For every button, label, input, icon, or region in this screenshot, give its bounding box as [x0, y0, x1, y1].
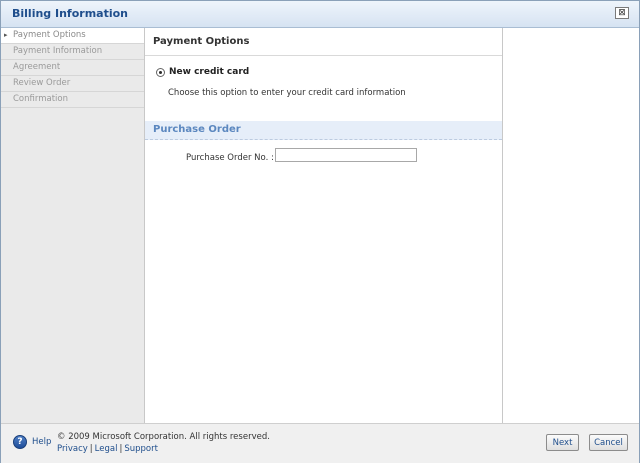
new-credit-card-label[interactable]: New credit card: [169, 67, 249, 77]
legal-link[interactable]: Legal: [95, 444, 118, 454]
close-icon[interactable]: ⊠: [615, 7, 629, 19]
sidebar-item-label: Review Order: [13, 78, 71, 88]
sidebar-item-agreement[interactable]: Agreement: [1, 60, 144, 76]
copyright-text: © 2009 Microsoft Corporation. All rights…: [57, 432, 270, 442]
title-bar: Billing Information ⊠: [1, 1, 639, 28]
main-content: Payment Options New credit card Choose t…: [145, 28, 503, 423]
footer-links: Privacy | Legal | Support: [57, 444, 158, 454]
right-pane: [503, 28, 639, 423]
help-icon[interactable]: ?: [13, 435, 27, 449]
billing-dialog: Billing Information ⊠ ▸ Payment Options …: [0, 0, 640, 463]
wizard-steps-sidebar: ▸ Payment Options Payment Information Ag…: [1, 28, 145, 423]
purchase-order-title: Purchase Order: [153, 124, 241, 135]
page-title: Payment Options: [153, 36, 250, 47]
dialog-title: Billing Information: [12, 7, 128, 20]
cancel-button[interactable]: Cancel: [589, 434, 628, 451]
sidebar-item-payment-information[interactable]: Payment Information: [1, 44, 144, 60]
footer-bar: ? Help © 2009 Microsoft Corporation. All…: [1, 423, 639, 463]
sidebar-item-label: Payment Options: [13, 30, 86, 40]
sidebar-item-label: Agreement: [13, 62, 61, 72]
new-credit-card-description: Choose this option to enter your credit …: [168, 88, 406, 98]
sidebar-item-payment-options[interactable]: ▸ Payment Options: [1, 28, 144, 44]
sidebar-item-label: Confirmation: [13, 94, 68, 104]
link-separator: |: [89, 444, 93, 454]
support-link[interactable]: Support: [124, 444, 158, 454]
sidebar-item-label: Payment Information: [13, 46, 103, 56]
active-step-arrow-icon: ▸: [4, 31, 8, 39]
purchase-order-header: Purchase Order: [145, 121, 502, 140]
next-button[interactable]: Next: [546, 434, 579, 451]
sidebar-item-confirmation[interactable]: Confirmation: [1, 92, 144, 108]
privacy-link[interactable]: Privacy: [57, 444, 88, 454]
purchase-order-number-input[interactable]: [275, 148, 417, 162]
purchase-order-number-label: Purchase Order No. :: [186, 153, 274, 163]
divider: [145, 55, 502, 56]
new-credit-card-radio[interactable]: [156, 68, 165, 77]
sidebar-item-review-order[interactable]: Review Order: [1, 76, 144, 92]
help-link[interactable]: Help: [32, 437, 51, 447]
